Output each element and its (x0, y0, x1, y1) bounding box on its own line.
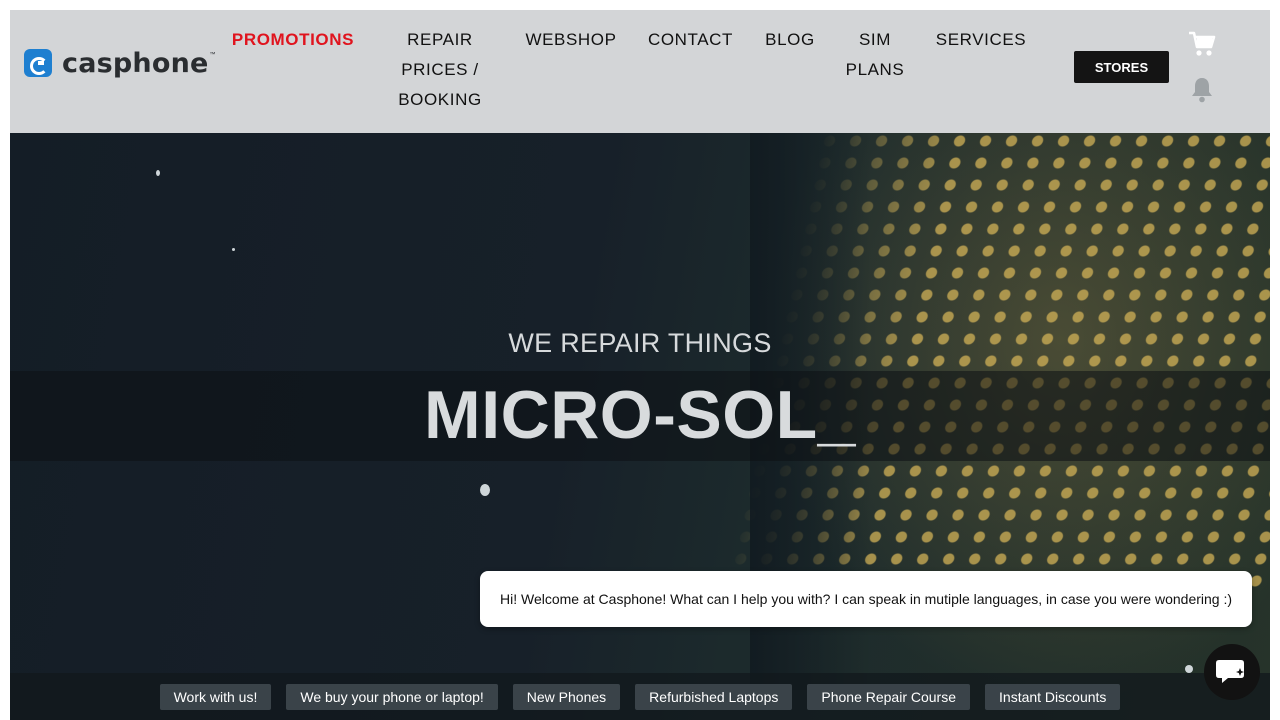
casphone-logo[interactable]: casphone ™ (24, 47, 216, 79)
hero-headline: MICRO-SOL_ (424, 377, 856, 453)
quick-link-refurbished-laptops[interactable]: Refurbished Laptops (635, 684, 793, 710)
quick-link-new-phones[interactable]: New Phones (512, 684, 621, 710)
nav-sim-label-line2: PLANS (845, 60, 905, 79)
chat-welcome-message: Hi! Welcome at Casphone! What can I help… (500, 591, 1233, 607)
cart-icon[interactable] (1187, 30, 1217, 63)
dust-speck (232, 248, 235, 251)
logo-text: casphone (62, 47, 209, 79)
quick-link-work-with-us[interactable]: Work with us! (159, 684, 272, 710)
nav-repair-prices-booking[interactable]: REPAIR PRICES / BOOKING (380, 25, 500, 115)
nav-webshop-label: WEBSHOP (525, 30, 617, 49)
nav-services-label: SERVICES (935, 30, 1027, 49)
chat-icon (1216, 660, 1244, 683)
logo-mark-icon (24, 49, 52, 77)
quick-link-we-buy[interactable]: We buy your phone or laptop! (286, 684, 498, 710)
nav-sim-plans[interactable]: SIM PLANS (840, 25, 910, 85)
nav-contact[interactable]: CONTACT (642, 25, 739, 55)
logo-trademark: ™ (209, 52, 216, 58)
dust-speck (156, 170, 160, 176)
chat-launcher-button[interactable] (1204, 644, 1260, 700)
nav-repair-label-line3: BOOKING (398, 90, 482, 109)
nav-promotions[interactable]: PROMOTIONS (228, 25, 358, 55)
dust-speck (1185, 665, 1193, 673)
bell-icon[interactable] (1190, 76, 1214, 109)
nav-blog[interactable]: BLOG (758, 25, 822, 55)
page-frame: casphone ™ PROMOTIONS REPAIR PRICES / BO… (10, 10, 1270, 720)
quick-links: Work with us! We buy your phone or lapto… (10, 684, 1270, 710)
nav-promotions-label: PROMOTIONS (231, 30, 355, 49)
nav-contact-label: CONTACT (647, 30, 734, 49)
dust-speck (480, 484, 490, 496)
nav-sim-label-line1: SIM (858, 30, 892, 49)
nav-repair-label-line2: PRICES / (401, 60, 479, 79)
nav-blog-label: BLOG (765, 30, 815, 49)
nav-webshop[interactable]: WEBSHOP (520, 25, 622, 55)
quick-link-instant-discounts[interactable]: Instant Discounts (985, 684, 1121, 710)
stores-button[interactable]: STORES (1074, 51, 1169, 83)
nav-services[interactable]: SERVICES (930, 25, 1032, 55)
chat-welcome-bubble[interactable]: Hi! Welcome at Casphone! What can I help… (480, 571, 1252, 627)
site-header: casphone ™ PROMOTIONS REPAIR PRICES / BO… (10, 10, 1270, 133)
nav-repair-label-line1: REPAIR (407, 30, 473, 49)
hero-eyebrow: WE REPAIR THINGS (508, 328, 772, 358)
quick-link-repair-course[interactable]: Phone Repair Course (807, 684, 971, 710)
